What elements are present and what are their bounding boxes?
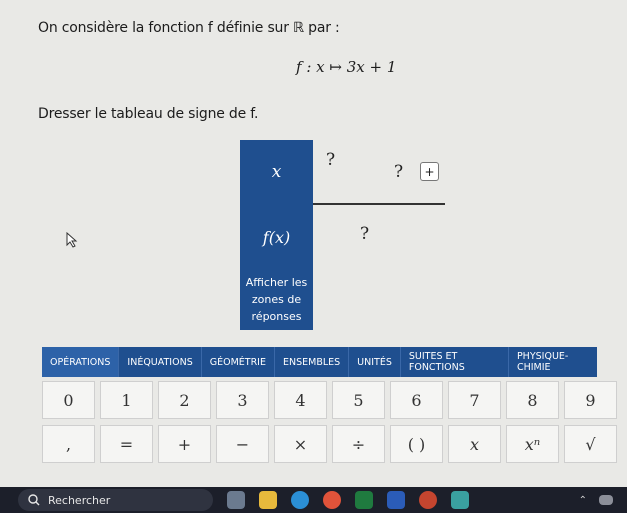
tab-geometrie[interactable]: GÉOMÉTRIE	[202, 347, 275, 377]
cloud-icon[interactable]	[599, 495, 613, 505]
table-divider	[313, 203, 445, 205]
key-8[interactable]: 8	[506, 381, 559, 419]
tab-inequations[interactable]: INÉQUATIONS	[119, 347, 202, 377]
word-icon[interactable]	[387, 491, 405, 509]
tab-suites-fonctions[interactable]: SUITES ET FONCTIONS	[401, 347, 509, 377]
key-comma[interactable]: ,	[42, 425, 95, 463]
file-explorer-icon[interactable]	[259, 491, 277, 509]
key-2[interactable]: 2	[158, 381, 211, 419]
key-divide[interactable]: ÷	[332, 425, 385, 463]
powerpoint-icon[interactable]	[419, 491, 437, 509]
tab-operations[interactable]: OPÉRATIONS	[42, 347, 120, 377]
add-value-button[interactable]: +	[420, 162, 439, 181]
sign-slot[interactable]: ?	[360, 224, 369, 244]
taskbar-search[interactable]: Rechercher	[18, 489, 213, 511]
chevron-up-icon[interactable]: ⌃	[579, 495, 587, 506]
fx-row-header: f(x)	[240, 204, 313, 270]
category-tabbar: OPÉRATIONS INÉQUATIONS GÉOMÉTRIE ENSEMBL…	[42, 347, 597, 377]
x-row-header: x	[240, 140, 313, 204]
sign-table: x f(x) ? ? + ? Afficher les zones de rép…	[240, 140, 445, 330]
tab-unites[interactable]: UNITÉS	[349, 347, 401, 377]
key-6[interactable]: 6	[390, 381, 443, 419]
taskbar-search-label: Rechercher	[48, 493, 111, 507]
mouse-cursor-icon	[66, 232, 78, 248]
task-view-icon[interactable]	[227, 491, 245, 509]
tab-physique-chimie[interactable]: PHYSIQUE-CHIMIE	[509, 347, 597, 377]
x-value-slot-2[interactable]: ?	[394, 162, 403, 182]
key-minus[interactable]: −	[216, 425, 269, 463]
key-7[interactable]: 7	[448, 381, 501, 419]
x-value-slot-1[interactable]: ?	[326, 150, 335, 170]
key-sqrt[interactable]: √	[564, 425, 617, 463]
photos-icon[interactable]	[451, 491, 469, 509]
tab-ensembles[interactable]: ENSEMBLES	[275, 347, 350, 377]
search-icon	[28, 494, 40, 506]
key-0[interactable]: 0	[42, 381, 95, 419]
question-intro: On considère la fonction f définie sur ℝ…	[38, 20, 340, 36]
question-task: Dresser le tableau de signe de f.	[38, 106, 259, 122]
key-times[interactable]: ×	[274, 425, 327, 463]
key-4[interactable]: 4	[274, 381, 327, 419]
key-3[interactable]: 3	[216, 381, 269, 419]
show-zones-button[interactable]: Afficher les zones de réponses	[240, 270, 313, 330]
key-parentheses[interactable]: ( )	[390, 425, 443, 463]
edge-browser-icon[interactable]	[291, 491, 309, 509]
function-formula: f : x ↦ 3x + 1	[296, 58, 397, 76]
key-equals[interactable]: =	[100, 425, 153, 463]
key-1[interactable]: 1	[100, 381, 153, 419]
excel-icon[interactable]	[355, 491, 373, 509]
key-9[interactable]: 9	[564, 381, 617, 419]
key-variable-x[interactable]: x	[448, 425, 501, 463]
firefox-browser-icon[interactable]	[323, 491, 341, 509]
key-plus[interactable]: +	[158, 425, 211, 463]
taskbar: Rechercher ⌃	[0, 487, 627, 513]
key-power[interactable]: xⁿ	[506, 425, 559, 463]
key-5[interactable]: 5	[332, 381, 385, 419]
